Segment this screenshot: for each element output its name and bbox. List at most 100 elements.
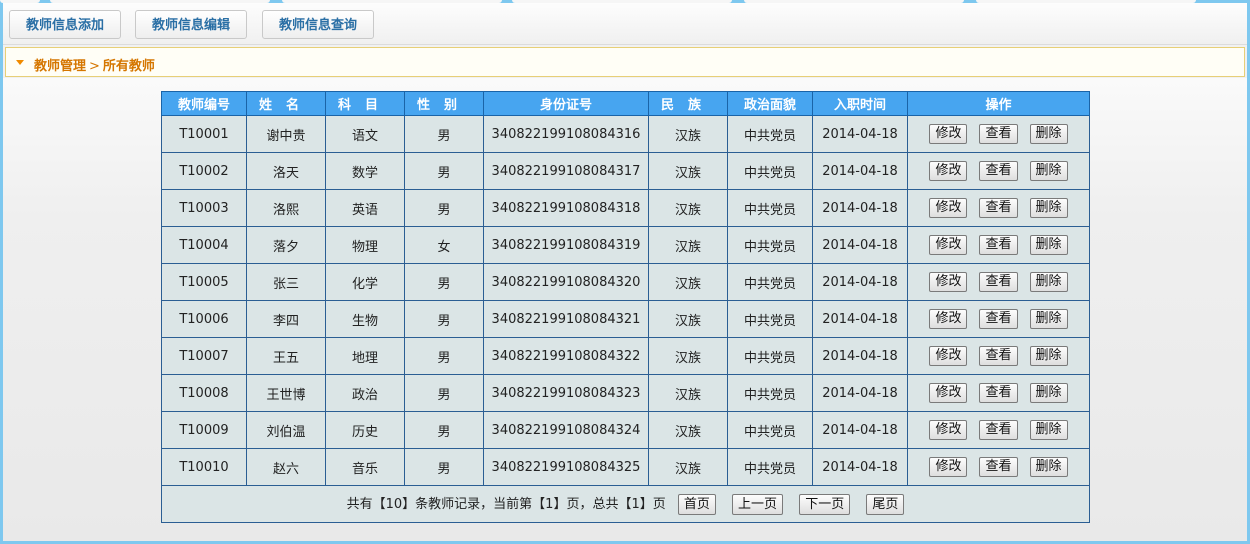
main-frame: 教师信息添加 教师信息编辑 教师信息查询 教师管理 > 所有教师 教师编号 姓名 科… — [3, 3, 1247, 541]
table-row: T10007 王五 地理男 340822199108084322 汉族 中共党员 2014-… — [161, 337, 1090, 375]
delete-button[interactable]: 删除 — [1029, 457, 1068, 477]
col-header-hiredate: 入职时间 — [812, 91, 908, 116]
view-button[interactable]: 查看 — [979, 420, 1018, 440]
cell-idcard: 340822199108084320 — [483, 263, 649, 301]
cell-subject: 语文 — [325, 115, 405, 153]
cell-hiredate: 2014-04-18 — [812, 263, 908, 301]
last-page-button[interactable]: 尾页 — [866, 494, 905, 515]
breadcrumb-section[interactable]: 教师管理 — [34, 59, 86, 74]
cell-id: T10002 — [161, 152, 247, 190]
col-header-subject: 科目 — [325, 91, 405, 116]
cell-gender: 男 — [404, 374, 484, 412]
cell-politics: 中共党员 — [727, 226, 813, 264]
edit-button[interactable]: 修改 — [929, 124, 968, 144]
cell-id: T10009 — [161, 411, 247, 449]
cell-idcard: 340822199108084324 — [483, 411, 649, 449]
col-header-name: 姓名 — [246, 91, 326, 116]
cell-ethnicity: 汉族 — [648, 115, 728, 153]
cell-id: T10008 — [161, 374, 247, 412]
cell-gender: 男 — [404, 189, 484, 227]
cell-hiredate: 2014-04-18 — [812, 226, 908, 264]
edit-button[interactable]: 修改 — [929, 309, 968, 329]
cell-actions: 修改 查看 删除 — [907, 300, 1090, 338]
first-page-button[interactable]: 首页 — [677, 494, 716, 515]
delete-button[interactable]: 删除 — [1029, 124, 1068, 144]
cell-hiredate: 2014-04-18 — [812, 411, 908, 449]
cell-subject: 地理 — [325, 337, 405, 375]
cell-politics: 中共党员 — [727, 448, 813, 486]
view-button[interactable]: 查看 — [979, 309, 1018, 329]
breadcrumb-separator: > — [89, 59, 100, 74]
cell-name: 王五 — [246, 337, 326, 375]
prev-page-button[interactable]: 上一页 — [732, 494, 784, 515]
delete-button[interactable]: 删除 — [1029, 161, 1068, 181]
edit-button[interactable]: 修改 — [929, 346, 968, 366]
cell-actions: 修改 查看 删除 — [907, 152, 1090, 190]
delete-button[interactable]: 删除 — [1029, 309, 1068, 329]
pager: 共有【10】条教师记录，当前第【1】页，总共【1】页 首页 上一页 下一页 尾页 — [161, 485, 1090, 523]
edit-button[interactable]: 修改 — [929, 383, 968, 403]
cell-subject: 历史 — [325, 411, 405, 449]
cell-actions: 修改 查看 删除 — [907, 374, 1090, 412]
cell-hiredate: 2014-04-18 — [812, 189, 908, 227]
table-row: T10008 王世博 政治男 340822199108084323 汉族 中共党员 2014… — [161, 374, 1090, 412]
delete-button[interactable]: 删除 — [1029, 272, 1068, 292]
cell-ethnicity: 汉族 — [648, 448, 728, 486]
next-page-button[interactable]: 下一页 — [799, 494, 851, 515]
add-teacher-button[interactable]: 教师信息添加 — [9, 10, 121, 39]
delete-button[interactable]: 删除 — [1029, 420, 1068, 440]
cell-name: 洛熙 — [246, 189, 326, 227]
cell-ethnicity: 汉族 — [648, 226, 728, 264]
edit-teacher-button[interactable]: 教师信息编辑 — [135, 10, 247, 39]
delete-button[interactable]: 删除 — [1029, 383, 1068, 403]
cell-ethnicity: 汉族 — [648, 189, 728, 227]
cell-idcard: 340822199108084323 — [483, 374, 649, 412]
cell-subject: 英语 — [325, 189, 405, 227]
view-button[interactable]: 查看 — [979, 383, 1018, 403]
cell-hiredate: 2014-04-18 — [812, 337, 908, 375]
cell-ethnicity: 汉族 — [648, 152, 728, 190]
col-header-id: 教师编号 — [161, 91, 247, 116]
col-header-ethnicity: 民族 — [648, 91, 728, 116]
cell-gender: 男 — [404, 115, 484, 153]
pager-row: 共有【10】条教师记录，当前第【1】页，总共【1】页 首页 上一页 下一页 尾页 — [161, 485, 1090, 523]
edit-button[interactable]: 修改 — [929, 272, 968, 292]
cell-name: 洛天 — [246, 152, 326, 190]
cell-name: 李四 — [246, 300, 326, 338]
query-teacher-button[interactable]: 教师信息查询 — [262, 10, 374, 39]
delete-button[interactable]: 删除 — [1029, 346, 1068, 366]
view-button[interactable]: 查看 — [979, 198, 1018, 218]
edit-button[interactable]: 修改 — [929, 161, 968, 181]
table-header-row: 教师编号 姓名 科目 性别 身份证号 民族 政治面貌 入职时间 操作 — [161, 91, 1090, 116]
delete-button[interactable]: 删除 — [1029, 235, 1068, 255]
col-header-idcard: 身份证号 — [483, 91, 649, 116]
edit-button[interactable]: 修改 — [929, 420, 968, 440]
cell-actions: 修改 查看 删除 — [907, 226, 1090, 264]
cell-id: T10001 — [161, 115, 247, 153]
cell-subject: 音乐 — [325, 448, 405, 486]
cell-politics: 中共党员 — [727, 152, 813, 190]
cell-gender: 男 — [404, 300, 484, 338]
cell-id: T10003 — [161, 189, 247, 227]
caret-down-icon — [16, 60, 24, 65]
cell-idcard: 340822199108084317 — [483, 152, 649, 190]
view-button[interactable]: 查看 — [979, 124, 1018, 144]
cell-name: 谢中贵 — [246, 115, 326, 153]
edit-button[interactable]: 修改 — [929, 457, 968, 477]
view-button[interactable]: 查看 — [979, 346, 1018, 366]
view-button[interactable]: 查看 — [979, 235, 1018, 255]
col-header-actions: 操作 — [907, 91, 1090, 116]
view-button[interactable]: 查看 — [979, 457, 1018, 477]
cell-actions: 修改 查看 删除 — [907, 337, 1090, 375]
delete-button[interactable]: 删除 — [1029, 198, 1068, 218]
table-row: T10006 李四 生物男 340822199108084321 汉族 中共党员 2014-… — [161, 300, 1090, 338]
cell-politics: 中共党员 — [727, 374, 813, 412]
view-button[interactable]: 查看 — [979, 272, 1018, 292]
edit-button[interactable]: 修改 — [929, 198, 968, 218]
cell-subject: 数学 — [325, 152, 405, 190]
edit-button[interactable]: 修改 — [929, 235, 968, 255]
view-button[interactable]: 查看 — [979, 161, 1018, 181]
cell-ethnicity: 汉族 — [648, 411, 728, 449]
cell-name: 落夕 — [246, 226, 326, 264]
cell-politics: 中共党员 — [727, 300, 813, 338]
